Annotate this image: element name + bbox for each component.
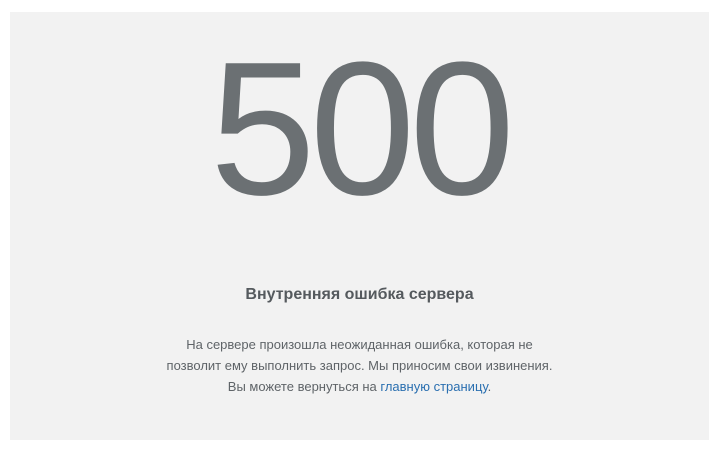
error-message-line-1: На сервере произошла неожиданная ошибка,…: [186, 337, 533, 352]
error-code: 500: [209, 23, 515, 235]
error-title: Внутренняя ошибка сервера: [245, 286, 474, 303]
error-message-line-3-prefix: Вы можете вернуться на: [227, 379, 381, 394]
page: 500 Внутренняя ошибка сервера На сервере…: [0, 0, 711, 470]
error-message-line-3: Вы можете вернуться на главную страницу.: [10, 376, 709, 397]
error-message: На сервере произошла неожиданная ошибка,…: [10, 334, 709, 397]
error-message-line-3-suffix: .: [487, 379, 492, 394]
error-panel: 500 Внутренняя ошибка сервера На сервере…: [10, 12, 709, 440]
home-page-link[interactable]: главную страницу: [380, 379, 487, 394]
error-message-line-2: позволит ему выполнить запрос. Мы принос…: [166, 358, 553, 373]
